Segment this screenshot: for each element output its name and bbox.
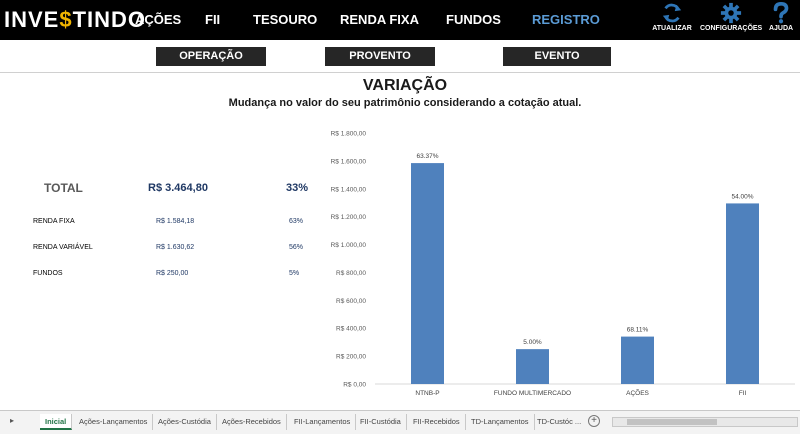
refresh-icon xyxy=(662,3,682,23)
bar xyxy=(411,163,444,384)
app-logo: INVE$TINDO xyxy=(4,7,147,32)
help-label: AJUDA xyxy=(768,25,794,32)
sheet-tab-fii-lancamentos[interactable]: FII-Lançamentos xyxy=(289,414,357,430)
renda-variavel-value: R$ 1.630,62 xyxy=(156,244,195,251)
fundos-label: FUNDOS xyxy=(33,270,63,277)
sheet-tab-td-lancamentos[interactable]: TD-Lançamentos xyxy=(466,414,535,430)
nav-item-fii[interactable]: FII xyxy=(205,12,220,27)
x-category-label: FUNDO MULTIMERCADO xyxy=(494,390,571,397)
nav-item-acoes[interactable]: AÇÕES xyxy=(135,12,181,27)
y-tick-label: R$ 1.000,00 xyxy=(331,242,367,249)
refresh-button[interactable]: ATUALIZAR xyxy=(652,2,692,38)
total-value: R$ 3.464,80 xyxy=(148,182,208,194)
renda-variavel-percent: 56% xyxy=(289,244,304,251)
bar xyxy=(621,336,654,384)
sheet-tab-td-custodia[interactable]: TD-Custóc ... xyxy=(532,414,586,430)
sheet-tab-fii-custodia[interactable]: FII-Custódia xyxy=(355,414,407,430)
operacao-button[interactable]: OPERAÇÃO xyxy=(156,47,266,66)
bar-data-label: 5.00% xyxy=(523,339,542,346)
page-subtitle: Mudança no valor do seu patrimônio consi… xyxy=(228,97,582,109)
y-tick-label: R$ 1.200,00 xyxy=(331,214,367,221)
nav-item-renda-fixa[interactable]: RENDA FIXA xyxy=(340,12,419,27)
nav-item-tesouro[interactable]: TESOURO xyxy=(253,12,317,27)
renda-fixa-percent: 63% xyxy=(289,218,304,225)
sheet-tab-acoes-recebidos[interactable]: Ações-Recebidos xyxy=(217,414,287,430)
sheet-tab-bar: ▸ Inicial Ações-Lançamentos Ações-Custód… xyxy=(0,410,800,434)
renda-fixa-label: RENDA FIXA xyxy=(33,218,75,225)
total-label: TOTAL xyxy=(44,181,83,195)
renda-fixa-value: R$ 1.584,18 xyxy=(156,218,195,225)
variation-bar-chart: R$ 0,00 R$ 200,00 R$ 400,00 R$ 600,00 R$ 800… xyxy=(331,131,795,397)
y-tick-label: R$ 800,00 xyxy=(336,270,366,277)
add-sheet-icon[interactable]: + xyxy=(588,415,600,427)
bar-data-label: 68.11% xyxy=(627,327,649,334)
x-category-label: AÇÕES xyxy=(626,388,649,397)
x-category-label: FII xyxy=(739,390,747,397)
bar xyxy=(516,349,549,384)
provento-button[interactable]: PROVENTO xyxy=(325,47,435,66)
nav-item-fundos[interactable]: FUNDOS xyxy=(446,12,501,27)
horizontal-scrollbar[interactable] xyxy=(612,417,798,427)
sub-navigation-bar: OPERAÇÃO PROVENTO EVENTO xyxy=(0,40,800,73)
y-tick-label: R$ 600,00 xyxy=(336,298,366,305)
settings-label: CONFIGURAÇÕES xyxy=(700,25,763,32)
y-tick-label: R$ 1.400,00 xyxy=(331,186,367,193)
page-title: VARIAÇÃO xyxy=(362,77,448,94)
scrollbar-thumb[interactable] xyxy=(627,419,717,425)
settings-button[interactable]: CONFIGURAÇÕES xyxy=(700,2,762,38)
y-tick-label: R$ 1.800,00 xyxy=(331,131,367,138)
top-navigation-bar: INVE$TINDO AÇÕES FII TESOURO RENDA FIXA … xyxy=(0,0,800,40)
fundos-percent: 5% xyxy=(289,270,300,277)
bar-data-label: 54.00% xyxy=(731,193,753,200)
y-tick-label: R$ 1.600,00 xyxy=(331,158,367,165)
y-tick-label: R$ 0,00 xyxy=(343,382,366,389)
gear-icon xyxy=(720,2,742,24)
help-button[interactable]: AJUDA xyxy=(768,2,794,38)
sheet-tab-acoes-custodia[interactable]: Ações-Custódia xyxy=(153,414,217,430)
bar-data-label: 63.37% xyxy=(416,153,438,160)
question-icon xyxy=(773,2,789,24)
x-category-label: NTNB-P xyxy=(415,390,439,397)
renda-variavel-label: RENDA VARIÁVEL xyxy=(33,244,93,251)
refresh-label: ATUALIZAR xyxy=(652,25,692,32)
sheet-tab-inicial[interactable]: Inicial xyxy=(40,414,73,430)
tab-scroll-right-icon[interactable]: ▸ xyxy=(10,416,14,425)
y-tick-label: R$ 400,00 xyxy=(336,326,366,333)
evento-button[interactable]: EVENTO xyxy=(503,47,611,66)
y-tick-label: R$ 200,00 xyxy=(336,354,366,361)
sheet-tab-acoes-lancamentos[interactable]: Ações-Lançamentos xyxy=(74,414,154,430)
total-percent: 33% xyxy=(286,182,309,194)
bar xyxy=(726,203,759,384)
fundos-value: R$ 250,00 xyxy=(156,270,189,277)
nav-item-registro[interactable]: REGISTRO xyxy=(532,12,600,27)
sheet-tab-fii-recebidos[interactable]: FII-Recebidos xyxy=(408,414,466,430)
